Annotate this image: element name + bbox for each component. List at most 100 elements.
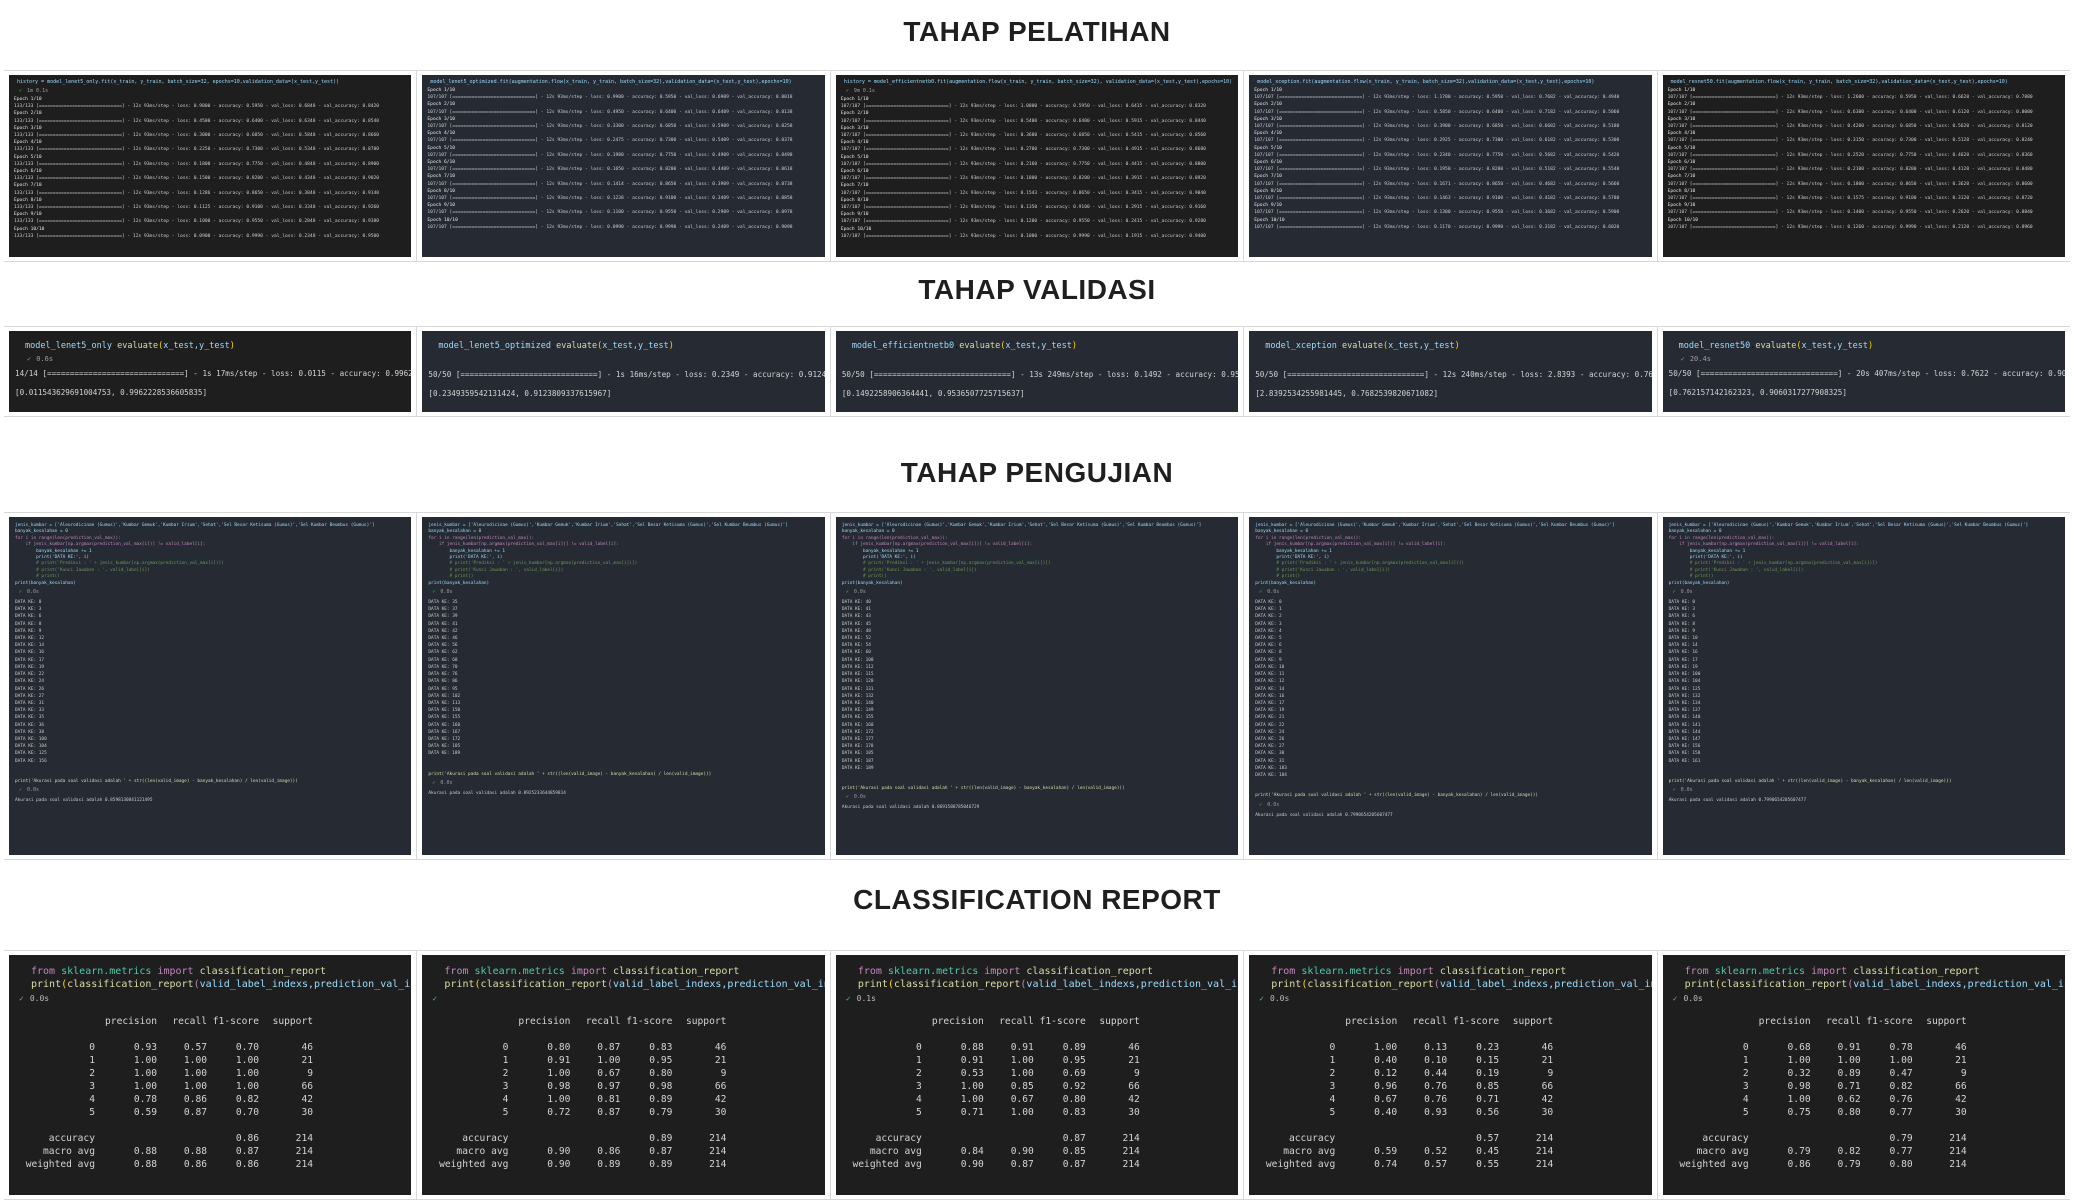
misclassified-row: DATA KE: 48 (841, 628, 871, 634)
misclassified-row: DATA KE: 24 (15, 679, 45, 685)
epoch-progress: 107/107 [==============================]… (1667, 196, 2033, 202)
summary-label: macro avg (869, 1146, 922, 1157)
f1-value: 1.00 (235, 1055, 259, 1066)
f1-value: 1.00 (1889, 1055, 1913, 1066)
f1-value: 0.55 (1476, 1159, 1500, 1170)
epoch-progress: 107/107 [==============================]… (1254, 224, 1620, 230)
recall-value: 0.67 (597, 1068, 621, 1079)
model-name: model_lenet5_optimized (438, 341, 551, 351)
epoch-progress: 107/107 [==============================]… (1254, 167, 1620, 173)
keyword-from: from (1684, 966, 1715, 977)
misclassified-row: DATA KE: 36 (15, 722, 45, 728)
epoch-label: Epoch 8/10 (1667, 188, 1696, 194)
training-code-line: history = model_efficientnetb0.fit(augme… (843, 79, 1233, 85)
section-title-training: TAHAP PELATIHAN (903, 16, 1171, 47)
epoch-progress: 107/107 [==============================]… (427, 124, 793, 130)
misclassified-row: DATA KE: 0 (1668, 600, 1696, 606)
support-value: 214 (709, 1159, 727, 1170)
f1-value: 0.76 (1889, 1094, 1913, 1105)
summary-label: macro avg (43, 1146, 95, 1157)
precision-value: 0.12 (1374, 1068, 1398, 1079)
misclassified-row: DATA KE: 35 (428, 600, 458, 606)
recall-value: 1.00 (183, 1068, 207, 1079)
f1-value: 0.71 (1476, 1094, 1500, 1105)
evaluate-log: 50/50 [==============================] -… (428, 370, 825, 379)
summary-label: weighted avg (439, 1159, 509, 1170)
evaluate-code-line: model_lenet5_optimized.evaluate(x_test,y… (422, 331, 824, 351)
validation-screenshot: model_lenet5_only.evaluate(x_test,y_test… (9, 331, 412, 412)
recall-value (157, 1132, 207, 1145)
paren-close: ) (668, 341, 674, 351)
support-value: 214 (1535, 1133, 1554, 1144)
report-table: precision recall f1-score support 0 0.88 0.91 0… (844, 1015, 1140, 1171)
recall-value: 0.91 (1010, 1042, 1034, 1053)
f1-value: 0.89 (649, 1094, 673, 1105)
precision-value: 0.53 (960, 1068, 984, 1079)
test-code-line: jenis_kumbar = ['Aleurodicinae (Gumus)',… (428, 523, 788, 528)
misclassified-row: DATA KE: 144 (1668, 729, 1701, 735)
epoch-label: Epoch 7/10 (427, 174, 456, 180)
misclassified-row: DATA KE: 149 (841, 708, 874, 714)
misclassified-row: DATA KE: 167 (428, 729, 461, 735)
support-value: 42 (714, 1094, 727, 1105)
epoch-label: Epoch 8/10 (840, 197, 869, 203)
epoch-label: Epoch 9/10 (1254, 203, 1282, 209)
precision-value: 0.68 (1787, 1042, 1811, 1053)
misclassified-row: DATA KE: 8 (1255, 650, 1282, 656)
import-code-line: from sklearn.metrics import classificati… (1663, 955, 2065, 991)
misclassified-row: DATA KE: 27 (1255, 744, 1285, 750)
epoch-progress: 107/107 [==============================]… (840, 133, 1206, 139)
check-icon: ✓ (27, 355, 32, 363)
report-row: 4 0.67 0.76 0.71 42 (1257, 1093, 1553, 1106)
testing-screenshot: jenis_kumbar = ['Aleurodicinae (Gumus)',… (1662, 517, 2066, 855)
evaluate-code-line: model_efficientnetb0.evaluate(x_test,y_t… (836, 331, 1238, 351)
recall-value: 0.93 (1424, 1107, 1448, 1118)
module-name: sklearn.metrics (474, 966, 571, 977)
class-label: 2 (89, 1068, 95, 1079)
accuracy-result: Akurasi pada soal validasi adalah 0.8691… (841, 805, 980, 811)
print-fn: print (1684, 979, 1715, 990)
imported-function: classification_report (199, 966, 327, 977)
misclassified-row: DATA KE: 3 (15, 607, 42, 613)
epoch-progress: 107/107 [==============================]… (427, 152, 793, 158)
f1-value: 0.45 (1476, 1146, 1500, 1157)
epoch-label: Epoch 4/10 (840, 140, 869, 146)
support-value: 30 (301, 1107, 313, 1118)
misclassified-row: DATA KE: 189 (841, 765, 874, 771)
precision-value: 1.00 (1787, 1055, 1811, 1066)
f1-value: 1.00 (235, 1068, 259, 1079)
f1-value: 0.86 (235, 1159, 259, 1170)
check-icon: ✓ (19, 88, 23, 94)
recall-value: 0.88 (183, 1146, 207, 1157)
epoch-label: Epoch 10/10 (14, 226, 45, 232)
report-fn: classification_report (893, 979, 1021, 990)
report-row: 2 0.32 0.89 0.47 9 (1671, 1067, 1967, 1080)
epoch-progress: 107/107 [==============================]… (1667, 109, 2033, 115)
testing-panel: jenis_kumbar = ['Aleurodicinae (Gumus)',… (1656, 513, 2070, 859)
recall-value (570, 1132, 620, 1145)
misclassified-row: DATA KE: 0 (15, 600, 42, 606)
epoch-progress: 133/133 [==============================]… (14, 219, 380, 225)
support-value: 214 (1122, 1159, 1140, 1170)
test-code-line: jenis_kumbar = ['Aleurodicinae (Gumus)',… (1255, 523, 1615, 528)
epoch-progress: 133/133 [==============================]… (14, 118, 380, 124)
report-row: 3 1.00 1.00 1.00 66 (17, 1080, 313, 1093)
misclassified-row: DATA KE: 134 (1668, 700, 1701, 706)
testing-screenshot: jenis_kumbar = ['Aleurodicinae (Gumus)',… (1249, 517, 1652, 855)
check-icon: ✓ (1672, 589, 1676, 596)
footer-spacer (1249, 779, 1651, 793)
report-row: 4 0.78 0.86 0.82 42 (17, 1093, 313, 1106)
report-row: 5 0.75 0.80 0.77 30 (1671, 1106, 1967, 1119)
epoch-label: Epoch 6/10 (1254, 160, 1282, 166)
recall-value: 0.87 (597, 1042, 621, 1053)
f1-value: 0.95 (649, 1055, 673, 1066)
module-name: sklearn.metrics (887, 966, 985, 977)
precision-value: 0.59 (133, 1107, 157, 1118)
check-icon: ✓ (1259, 994, 1265, 1003)
f1-value: 0.85 (1476, 1081, 1500, 1092)
function-name: evaluate (1342, 341, 1383, 351)
cell-exec-status: ✓ 0.0s (19, 994, 50, 1003)
epoch-progress: 107/107 [==============================]… (840, 176, 1206, 182)
epoch-progress: 107/107 [==============================]… (840, 205, 1206, 211)
keyword-import: import (1397, 966, 1440, 977)
